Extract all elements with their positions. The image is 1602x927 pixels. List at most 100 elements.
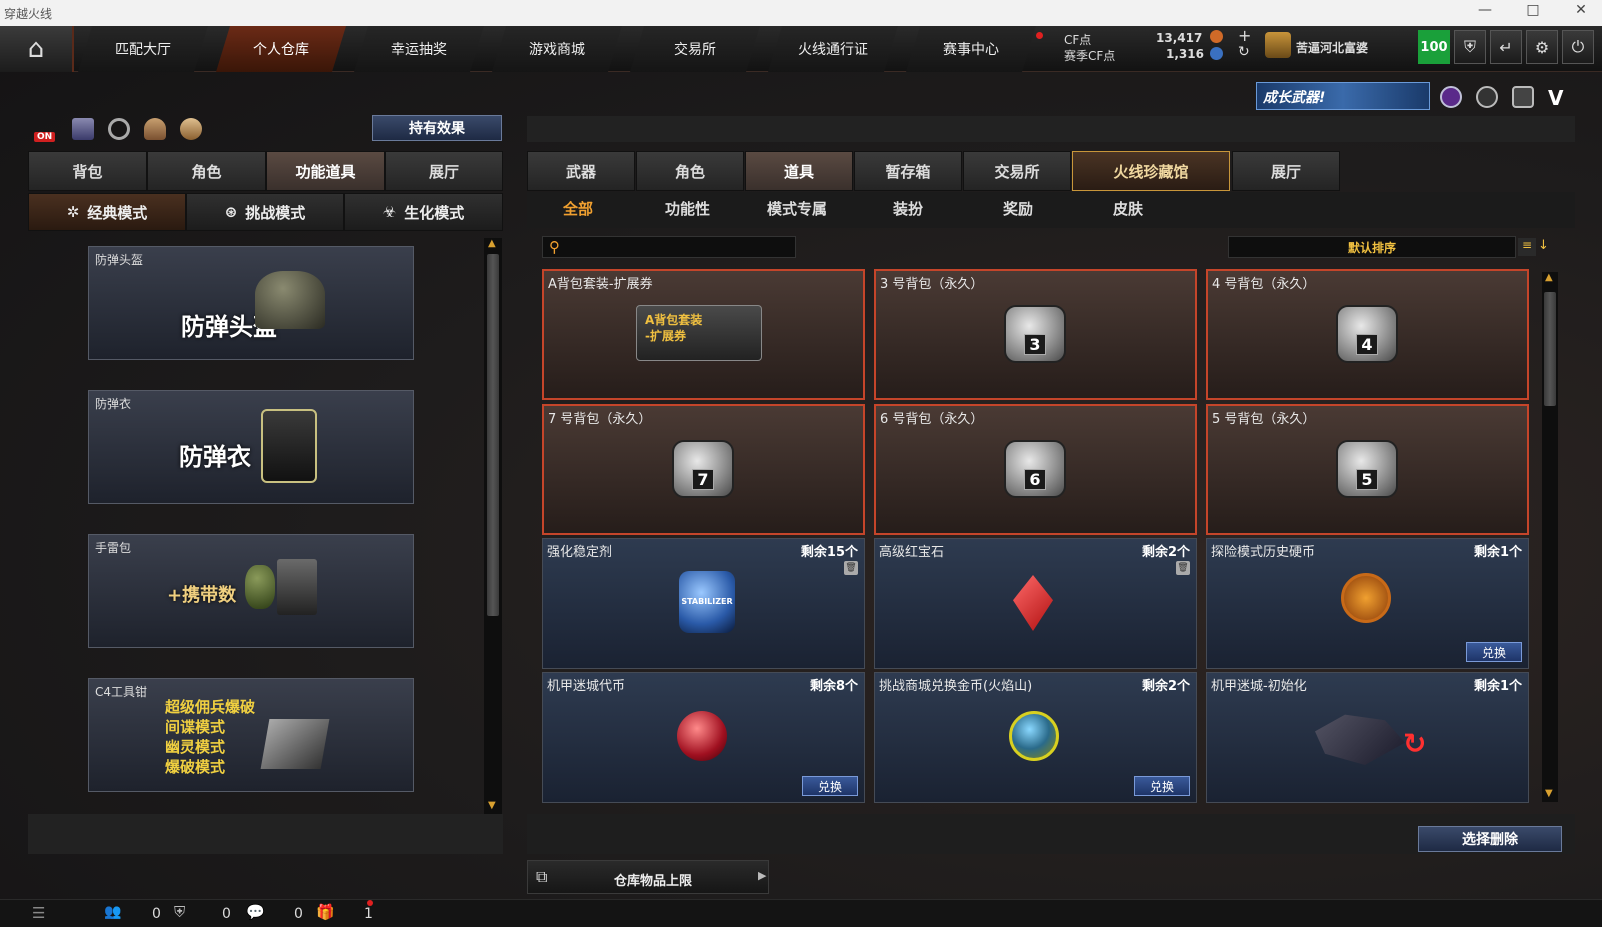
- level-badge[interactable]: 100: [1418, 30, 1450, 64]
- trash-icon[interactable]: 🗑: [844, 561, 858, 575]
- nav-tab-exchange[interactable]: 交易所: [630, 26, 760, 72]
- c4-mode-1: 超级佣兵爆破: [165, 698, 256, 716]
- item-card[interactable]: 3 号背包（永久） 3: [874, 269, 1197, 400]
- clan-shield-icon[interactable]: ⛨: [174, 903, 185, 921]
- item-count: 剩余2个: [1141, 545, 1190, 560]
- shield-icon[interactable]: ⛨: [1454, 30, 1486, 64]
- scroll-up-arrow[interactable]: ▲: [1545, 272, 1553, 283]
- right-scroll-thumb[interactable]: [1544, 292, 1556, 406]
- nav-tab-game-shop[interactable]: 游戏商城: [492, 26, 622, 72]
- mech-reset-icon: [1315, 714, 1405, 765]
- exchange-button[interactable]: 兑换: [1134, 776, 1190, 796]
- mode-challenge[interactable]: ⊛ 挑战模式: [186, 193, 344, 231]
- item-card[interactable]: A背包套装-扩展券 A背包套装 -扩展券: [542, 269, 865, 400]
- card-helmet[interactable]: 防弹头盔 防弹头盔: [88, 246, 414, 360]
- chat-icon[interactable]: 💬: [246, 903, 265, 921]
- left-scrollbar[interactable]: ▲ ▼: [484, 238, 502, 814]
- left-tab-character[interactable]: 角色: [147, 151, 266, 191]
- right-scrollbar[interactable]: ▲ ▼: [1542, 272, 1558, 802]
- minimize-button[interactable]: —: [1470, 2, 1500, 18]
- maximize-button[interactable]: □: [1518, 2, 1548, 18]
- sort-direction-icon[interactable]: ↓: [1538, 238, 1552, 256]
- item-card[interactable]: 探险模式历史硬币 剩余1个 兑换: [1206, 538, 1529, 669]
- subtab-functional[interactable]: 功能性: [665, 198, 710, 219]
- select-delete-button[interactable]: 选择删除: [1418, 826, 1562, 852]
- gift-icon[interactable]: 🎁: [316, 903, 335, 921]
- tool-icon[interactable]: [144, 118, 166, 140]
- bag-icon[interactable]: [180, 118, 202, 140]
- badge-icon-1[interactable]: [1440, 86, 1462, 108]
- badge-icon-2[interactable]: [1512, 86, 1534, 108]
- subtab-rewards[interactable]: 奖励: [1003, 198, 1033, 219]
- search-input[interactable]: ⚲: [542, 236, 796, 258]
- scroll-up-arrow[interactable]: ▲: [488, 238, 496, 249]
- friends-icon[interactable]: 👥: [104, 904, 121, 920]
- vest-icon: [261, 409, 317, 483]
- mode-biochem[interactable]: ☣ 生化模式: [344, 193, 503, 231]
- growth-weapon-banner[interactable]: 成长武器!: [1256, 82, 1430, 110]
- item-name: A背包套装-扩展券: [548, 277, 653, 292]
- nav-tab-match-hall[interactable]: 匹配大厅: [78, 26, 208, 72]
- item-card[interactable]: 强化稳定剂 剩余15个 🗑 STABILIZER: [542, 538, 865, 669]
- menu-icon[interactable]: ☰: [32, 904, 45, 922]
- right-tab-exchange[interactable]: 交易所: [963, 151, 1071, 191]
- history-icon[interactable]: [108, 118, 130, 140]
- scroll-down-arrow[interactable]: ▼: [488, 800, 496, 811]
- toggle-icon[interactable]: ON: [30, 116, 60, 144]
- bag-number: 5: [1356, 469, 1378, 490]
- subtab-cosmetic[interactable]: 装扮: [893, 198, 923, 219]
- sort-dropdown[interactable]: 默认排序: [1228, 236, 1516, 258]
- exchange-button[interactable]: 兑换: [802, 776, 858, 796]
- right-header-strip: [527, 116, 1575, 142]
- right-tab-character[interactable]: 角色: [636, 151, 744, 191]
- card-vest[interactable]: 防弹衣 防弹衣: [88, 390, 414, 504]
- nav-tab-events[interactable]: 赛事中心: [906, 26, 1036, 72]
- right-tab-weapons[interactable]: 武器: [527, 151, 635, 191]
- refresh-icon[interactable]: ↻: [1238, 44, 1250, 60]
- nav-tab-lucky-draw[interactable]: 幸运抽奖: [354, 26, 484, 72]
- nav-tab-battle-pass[interactable]: 火线通行证: [768, 26, 898, 72]
- card-grenade[interactable]: 手雷包 +携带数: [88, 534, 414, 648]
- right-tab-collection[interactable]: 火线珍藏馆: [1072, 151, 1230, 191]
- globe-icon[interactable]: [1476, 86, 1498, 108]
- right-tab-showroom[interactable]: 展厅: [1232, 151, 1340, 191]
- item-card[interactable]: 机甲迷城-初始化 剩余1个 ↻: [1206, 672, 1529, 803]
- mode-classic[interactable]: ✲ 经典模式: [28, 193, 186, 231]
- subtab-all[interactable]: 全部: [563, 198, 593, 219]
- home-button[interactable]: ⌂: [0, 26, 74, 72]
- bag-number: 7: [692, 469, 714, 490]
- item-card[interactable]: 6 号背包（永久） 6: [874, 404, 1197, 535]
- add-cf-button[interactable]: +: [1238, 26, 1251, 45]
- nav-tab-personal-storage[interactable]: 个人仓库: [216, 26, 346, 72]
- item-card[interactable]: 挑战商城兑换金币(火焰山) 剩余2个 兑换: [874, 672, 1197, 803]
- stats-icon[interactable]: [72, 118, 94, 140]
- left-tab-showroom[interactable]: 展厅: [385, 151, 503, 191]
- holding-effects-button[interactable]: 持有效果: [372, 115, 502, 141]
- card-c4-pliers[interactable]: C4工具钳 超级佣兵爆破 间谍模式 幽灵模式 爆破模式: [88, 678, 414, 792]
- item-card[interactable]: 高级红宝石 剩余2个 🗑: [874, 538, 1197, 669]
- trash-icon[interactable]: 🗑: [1176, 561, 1190, 575]
- list-view-icon[interactable]: ≡: [1518, 238, 1536, 256]
- item-name: 挑战商城兑换金币(火焰山): [879, 679, 1033, 694]
- scroll-down-arrow[interactable]: ▼: [1545, 788, 1553, 799]
- left-scroll-thumb[interactable]: [487, 254, 499, 616]
- left-tab-function-items[interactable]: 功能道具: [266, 151, 385, 191]
- exchange-button[interactable]: 兑换: [1466, 642, 1522, 662]
- v-logo-icon[interactable]: V: [1548, 86, 1572, 110]
- return-icon[interactable]: ↵: [1490, 30, 1522, 64]
- item-card[interactable]: 4 号背包（永久） 4: [1206, 269, 1529, 400]
- item-card[interactable]: 机甲迷城代币 剩余8个 兑换: [542, 672, 865, 803]
- item-card[interactable]: 7 号背包（永久） 7: [542, 404, 865, 535]
- subtab-skins[interactable]: 皮肤: [1113, 198, 1143, 219]
- left-tab-backpack[interactable]: 背包: [28, 151, 147, 191]
- right-tab-items[interactable]: 道具: [745, 151, 853, 191]
- close-button[interactable]: ✕: [1566, 2, 1596, 18]
- storage-limit-bar[interactable]: ⧉ 仓库物品上限 ▶: [527, 860, 769, 894]
- settings-gear-icon[interactable]: ⚙: [1526, 30, 1558, 64]
- subtab-mode-exclusive[interactable]: 模式专属: [767, 198, 827, 219]
- item-card[interactable]: 5 号背包（永久） 5: [1206, 404, 1529, 535]
- top-navigation: ⌂ 匹配大厅 个人仓库 幸运抽奖 游戏商城 交易所 火线通行证 赛事中心 CF点…: [0, 26, 1602, 72]
- power-icon[interactable]: ⏻: [1562, 30, 1594, 64]
- card-grenade-title: +携带数: [167, 585, 237, 606]
- right-tab-storage-box[interactable]: 暂存箱: [854, 151, 962, 191]
